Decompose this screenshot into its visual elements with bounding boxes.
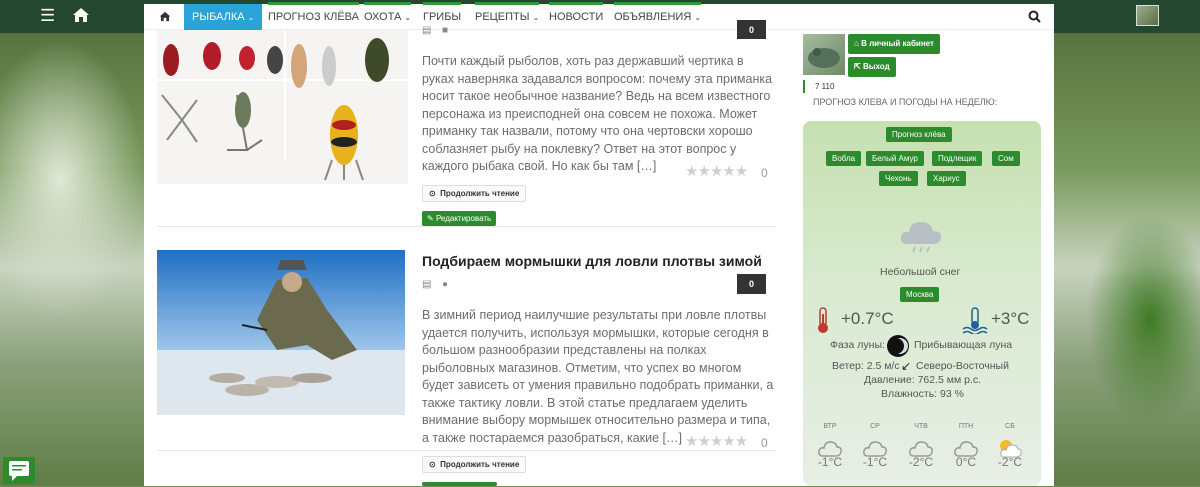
post-excerpt: Почти каждый рыболов, хоть раз державший…	[422, 54, 773, 173]
rating-stars[interactable]: ★★★★★	[685, 162, 748, 180]
user-avatar-thumb[interactable]	[1136, 5, 1159, 26]
nav-item-hunting[interactable]: Охота ⌄	[364, 2, 412, 30]
date-icon: ▤	[422, 25, 432, 36]
read-more-button[interactable]: ⊙ Продолжить чтение	[422, 185, 527, 202]
nav-label: Объявления	[614, 11, 692, 23]
fish-button-som[interactable]: Сом	[992, 151, 1020, 166]
post-thumbnail-ice-fishing[interactable]	[157, 250, 405, 415]
nav-label: Рецепты	[475, 11, 530, 23]
air-temperature: +0.7°C	[841, 309, 894, 328]
fish-button-vobla[interactable]: Вобла	[826, 151, 862, 166]
snow-cloud-icon	[898, 216, 944, 257]
external-link-icon: ⇱	[854, 62, 861, 71]
partly-sunny-icon	[997, 438, 1023, 461]
author-icon: ●	[442, 279, 449, 290]
chevron-down-icon: ⌄	[532, 13, 540, 22]
wind-direction-icon: ↙	[901, 359, 912, 373]
cloud-icon	[909, 441, 933, 460]
chevron-down-icon: ⌄	[404, 13, 412, 22]
humidity: Влажность: 93 %	[881, 388, 964, 400]
post-divider	[157, 226, 776, 227]
wind-speed: Ветер: 2.5 м/с	[832, 360, 900, 372]
rating-count: 0	[761, 436, 768, 450]
nav-item-ads[interactable]: Объявления ⌄	[614, 2, 702, 30]
cloud-icon	[954, 441, 978, 460]
city-button[interactable]: Москва	[900, 287, 940, 302]
cabinet-button[interactable]: ⌂ В личный кабинет	[848, 34, 940, 54]
forecast-heading: ПРОГНОЗ КЛЕВА И ПОГОДЫ НА НЕДЕЛЮ:	[813, 97, 998, 107]
fish-button-podleshchik[interactable]: Подлещик	[932, 151, 983, 166]
arrow-circle-icon: ⊙	[429, 460, 436, 469]
nav-label: Прогноз клёва	[268, 11, 359, 23]
logout-label: Выход	[862, 62, 890, 71]
nav-item-news[interactable]: Новости	[549, 2, 604, 30]
cabinet-label: В личный кабинет	[861, 39, 934, 48]
fish-button-amur[interactable]: Белый Амур	[866, 151, 924, 166]
home-icon: ⌂	[854, 39, 859, 48]
nav-label: Новости	[549, 11, 604, 23]
moon-label: Фаза луны:	[830, 339, 885, 351]
wind-direction: Северо-Восточный	[916, 360, 1009, 372]
nav-home-icon[interactable]	[159, 11, 171, 25]
post-thumbnail-lures[interactable]	[157, 30, 408, 184]
menu-icon[interactable]: ☰	[40, 7, 55, 24]
date-icon: ▤	[422, 279, 432, 290]
home-icon[interactable]	[72, 7, 90, 26]
post-title[interactable]: Подбираем мормышки для ловли плотвы зимо…	[422, 253, 762, 269]
water-temperature-icon	[962, 306, 988, 337]
fish-button-kharius[interactable]: Хариус	[927, 171, 966, 186]
nav-item-forecast[interactable]: Прогноз клёва	[268, 2, 359, 30]
rating-stars[interactable]: ★★★★★	[685, 432, 748, 450]
comment-count-badge[interactable]: 0	[737, 274, 766, 294]
read-more-label: Продолжить чтение	[440, 189, 520, 198]
chevron-down-icon: ⌄	[694, 13, 702, 22]
pressure: Давление: 762.5 мм р.с.	[864, 374, 982, 386]
thermometer-icon	[814, 306, 832, 337]
edit-icon: ✎	[427, 214, 434, 223]
cloud-icon	[818, 441, 842, 460]
nav-item-recipes[interactable]: Рецепты ⌄	[475, 2, 540, 30]
edit-button-partial[interactable]	[422, 482, 497, 486]
search-icon[interactable]	[1028, 10, 1041, 26]
post-divider	[157, 450, 776, 451]
logout-button[interactable]: ⇱ Выход	[848, 57, 896, 77]
rating-count: 0	[761, 166, 768, 180]
comment-count-badge[interactable]: 0	[737, 20, 766, 39]
nav-label: Рыбалка	[192, 11, 245, 23]
chevron-down-icon: ⌄	[247, 13, 255, 22]
user-avatar[interactable]	[803, 34, 845, 75]
fish-button-chekhon[interactable]: Чехонь	[879, 171, 918, 186]
moon-phase-icon	[886, 334, 910, 361]
post-excerpt: В зимний период наилучшие результаты при…	[422, 308, 774, 445]
user-points: 7 110	[803, 80, 845, 93]
author-icon: ■	[442, 25, 449, 36]
edit-label: Редактировать	[435, 214, 492, 223]
nav-item-fishing[interactable]: Рыбалка ⌄	[184, 4, 263, 30]
main-nav: Рыбалка ⌄ Прогноз клёва Охота ⌄ Грибы Ре…	[144, 2, 1054, 30]
nav-label: Грибы	[423, 11, 462, 23]
cloud-icon	[863, 441, 887, 460]
chat-button[interactable]	[3, 457, 35, 484]
water-temperature: +3°C	[991, 309, 1030, 328]
read-more-label: Продолжить чтение	[440, 460, 520, 469]
read-more-button[interactable]: ⊙ Продолжить чтение	[422, 456, 527, 473]
moon-phase: Прибывающая луна	[914, 339, 1013, 351]
edit-button[interactable]: ✎ Редактировать	[422, 211, 497, 226]
bite-forecast-button[interactable]: Прогноз клёва	[886, 127, 952, 142]
weather-condition: Небольшой снег	[880, 266, 961, 278]
arrow-circle-icon: ⊙	[429, 189, 436, 198]
nav-label: Охота	[364, 11, 402, 23]
